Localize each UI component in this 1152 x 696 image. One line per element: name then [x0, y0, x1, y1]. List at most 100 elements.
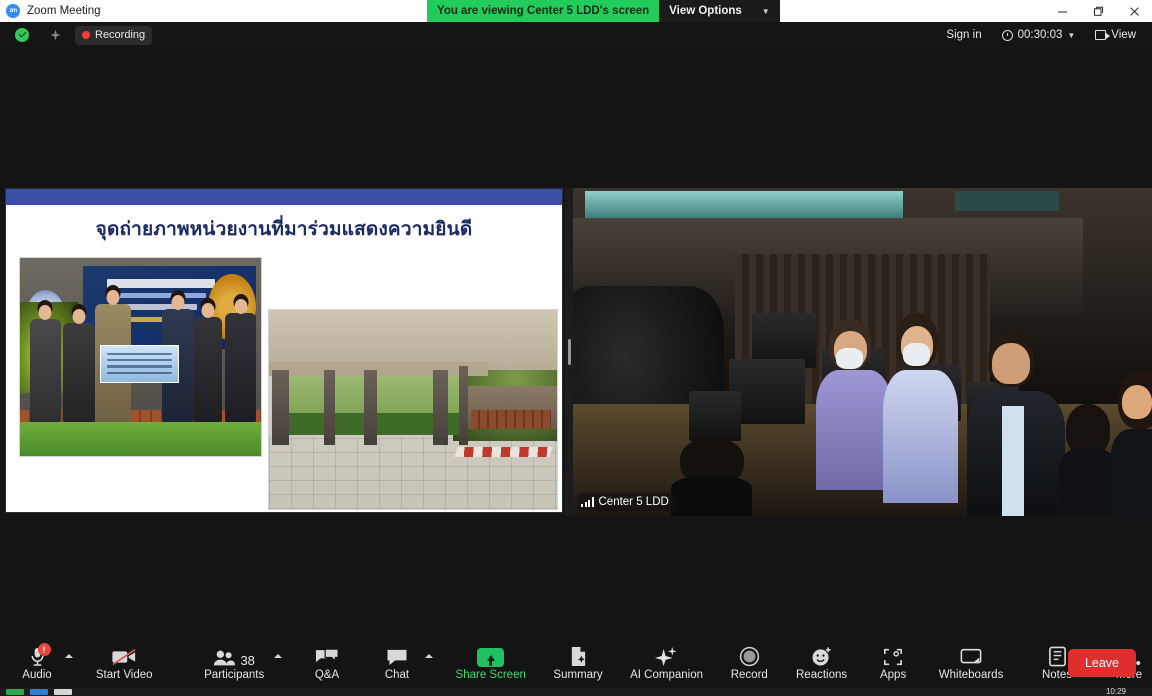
timer-value: 00:30:03 [1017, 29, 1063, 41]
participant-figure [880, 312, 961, 503]
chevron-down-icon: ▼ [1067, 30, 1076, 40]
participants-options-caret[interactable] [269, 642, 286, 686]
participant-figure [671, 437, 753, 516]
toolbar-qa-label: Q&A [314, 669, 340, 682]
sparkle-glyph [50, 29, 61, 40]
toolbar-summary-label: Summary [553, 669, 603, 682]
share-screen-icon [477, 646, 505, 668]
record-dot-icon [82, 31, 90, 39]
toolbar-start-video-button[interactable]: Start Video [91, 642, 157, 686]
participant-figure [1111, 371, 1152, 516]
participant-figure [1059, 404, 1118, 516]
sparkle-icon [655, 646, 678, 667]
chevron-up-icon [424, 654, 433, 658]
toolbar-audio-button[interactable]: ! Audio [14, 642, 60, 686]
view-options-label: View Options [669, 5, 742, 17]
sign-in-button[interactable]: Sign in [938, 25, 989, 45]
toolbar-participants-label: Participants [204, 669, 265, 682]
windows-taskbar: 10:29 [0, 688, 1152, 696]
share-video-splitter[interactable] [565, 188, 573, 516]
close-button[interactable] [1116, 0, 1152, 22]
recording-label: Recording [95, 29, 146, 41]
meeting-timer[interactable]: 00:30:03 ▼ [994, 25, 1084, 45]
leave-meeting-button[interactable]: Leave [1067, 649, 1136, 677]
toolbar-ai-companion-button[interactable]: AI Companion [626, 642, 708, 686]
clock-icon [1001, 29, 1013, 41]
toolbar-chat-button[interactable]: Chat [374, 642, 420, 686]
leave-label: Leave [1084, 656, 1119, 670]
taskbar-app-icon[interactable] [30, 689, 48, 695]
participants-count: 38 [240, 653, 255, 669]
notes-icon [1048, 646, 1067, 667]
toolbar-ai-companion-label: AI Companion [630, 669, 703, 682]
toolbar-audio-label: Audio [22, 669, 52, 682]
chevron-up-icon [273, 654, 282, 658]
meeting-top-bar: Recording Sign in 00:30:03 ▼ View [0, 22, 1152, 48]
view-layout-button[interactable]: View [1087, 25, 1144, 45]
minimize-button[interactable] [1044, 0, 1080, 22]
signal-bars-icon [581, 497, 594, 507]
audio-alert-badge: ! [37, 643, 51, 657]
taskbar-app-icon[interactable] [6, 689, 24, 695]
zoom-logo-icon: zm [6, 4, 20, 18]
whiteboard-icon [960, 646, 982, 667]
ai-sparkle-icon[interactable] [42, 26, 69, 45]
shield-check-icon [15, 28, 29, 42]
slide-accent-bar [6, 189, 562, 205]
view-layout-icon [1095, 30, 1111, 40]
record-circle-icon [739, 646, 760, 667]
viewing-screen-label: You are viewing Center 5 LDD's screen [427, 0, 660, 22]
toolbar-chat-label: Chat [384, 669, 410, 682]
chat-options-caret[interactable] [420, 642, 437, 686]
participant-name-label: Center 5 LDD [577, 493, 676, 511]
toolbar-record-label: Record [730, 669, 768, 682]
toolbar-share-screen-button[interactable]: Share Screen [451, 642, 530, 686]
group-ceremony-photo [19, 257, 262, 457]
building-walkway-photo [268, 309, 558, 510]
sign-in-label: Sign in [946, 29, 982, 41]
chevron-down-icon: ▼ [761, 6, 770, 16]
toolbar-whiteboards-button[interactable]: Whiteboards [934, 642, 1008, 686]
chat-bubbles-icon [315, 646, 339, 667]
restore-button[interactable] [1080, 0, 1116, 22]
toolbar-qa-button[interactable]: Q&A [304, 642, 350, 686]
window-controls [1044, 0, 1152, 22]
chat-bubble-icon [386, 646, 408, 667]
audio-options-caret[interactable] [60, 642, 77, 686]
screen-share-banner: You are viewing Center 5 LDD's screen Vi… [427, 0, 780, 22]
toolbar-participants-button[interactable]: 38 Participants [199, 642, 269, 686]
toolbar-apps-label: Apps [879, 669, 907, 682]
apps-icon [883, 646, 903, 667]
toolbar-whiteboards-label: Whiteboards [938, 669, 1004, 682]
smiley-plus-icon [811, 646, 832, 667]
recording-indicator[interactable]: Recording [75, 25, 153, 45]
video-off-icon [111, 646, 137, 667]
participant-figure [966, 332, 1066, 516]
encryption-status-button[interactable] [8, 26, 36, 45]
participant-name: Center 5 LDD [598, 496, 669, 508]
toolbar-share-screen-label: Share Screen [455, 669, 526, 682]
meeting-toolbar: ! Audio Start Video 38 Participants Q&A … [0, 640, 1152, 688]
toolbar-start-video-label: Start Video [95, 669, 153, 682]
view-options-button[interactable]: View Options ▼ [659, 0, 780, 22]
meeting-stage: จุดถ่ายภาพหน่วยงานที่มาร่วมแสดงความยินดี [0, 48, 1152, 640]
toolbar-reactions-label: Reactions [796, 669, 848, 682]
people-icon: 38 [213, 646, 255, 669]
taskbar-app-icon[interactable] [54, 689, 72, 695]
taskbar-clock: 10:29 [1105, 687, 1126, 696]
shared-screen-content[interactable]: จุดถ่ายภาพหน่วยงานที่มาร่วมแสดงความยินดี [5, 188, 563, 513]
toolbar-summary-button[interactable]: Summary [548, 642, 607, 686]
toolbar-reactions-button[interactable]: Reactions [791, 642, 852, 686]
summary-doc-icon [569, 646, 588, 667]
chevron-up-icon [65, 654, 73, 658]
microphone-muted-icon: ! [28, 643, 51, 667]
video-tile-center-5-ldd[interactable]: Center 5 LDD [573, 188, 1152, 516]
toolbar-apps-button[interactable]: Apps [870, 642, 916, 686]
drag-handle-icon [567, 339, 571, 365]
window-titlebar: zm Zoom Meeting You are viewing Center 5… [0, 0, 1152, 22]
slide-body [6, 244, 562, 512]
ceremony-plaque [99, 345, 180, 383]
slide-title: จุดถ่ายภาพหน่วยงานที่มาร่วมแสดงความยินดี [95, 218, 473, 240]
window-title: Zoom Meeting [27, 5, 101, 17]
toolbar-record-button[interactable]: Record [725, 642, 773, 686]
